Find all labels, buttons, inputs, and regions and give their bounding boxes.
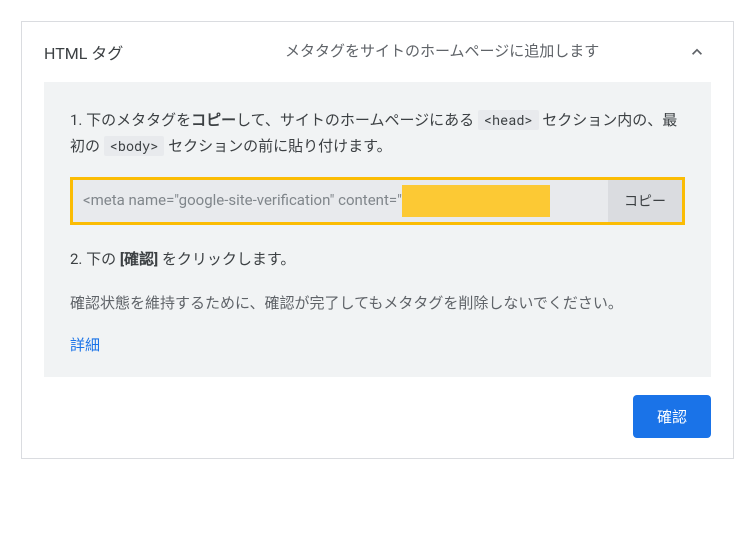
step2-suffix: をクリックします。 xyxy=(158,250,295,268)
meta-tag-box: <meta name="google-site-verification" co… xyxy=(70,177,685,225)
step-2: 2. 下の [確認] をクリックします。 xyxy=(70,247,685,273)
retention-note: 確認状態を維持するために、確認が完了してもメタタグを削除しないでください。 xyxy=(70,291,685,317)
copy-button[interactable]: コピー xyxy=(608,180,682,222)
step2-prefix: 2. 下の xyxy=(70,250,120,268)
meta-tag-text[interactable]: <meta name="google-site-verification" co… xyxy=(73,185,608,217)
step1-prefix: 1. 下のメタタグを xyxy=(70,111,191,129)
step-1: 1. 下のメタタグをコピーして、サイトのホームページにある <head> セクシ… xyxy=(70,108,685,159)
meta-tag-visible: <meta name="google-site-verification" co… xyxy=(83,191,402,209)
step1-suffix: セクションの前に貼り付けます。 xyxy=(168,137,392,155)
verify-button[interactable]: 確認 xyxy=(633,395,711,438)
step1-bold: コピー xyxy=(191,111,236,129)
step1-mid1: して、サイトのホームページにある xyxy=(236,111,474,129)
details-link[interactable]: 詳細 xyxy=(70,334,100,355)
chevron-up-icon xyxy=(687,42,707,62)
card-footer: 確認 xyxy=(22,395,733,458)
code-head: <head> xyxy=(478,110,539,130)
instructions-panel: 1. 下のメタタグをコピーして、サイトのホームページにある <head> セクシ… xyxy=(44,82,711,377)
step2-bold: [確認] xyxy=(120,250,158,268)
method-description: メタタグをサイトのホームページに追加します xyxy=(285,40,667,63)
redacted-token xyxy=(402,185,550,217)
card-header[interactable]: HTML タグ メタタグをサイトのホームページに追加します xyxy=(22,22,733,82)
code-body: <body> xyxy=(104,136,165,156)
method-title: HTML タグ xyxy=(44,40,269,64)
verification-method-card: HTML タグ メタタグをサイトのホームページに追加します 1. 下のメタタグを… xyxy=(21,21,734,459)
collapse-button[interactable] xyxy=(683,42,711,62)
